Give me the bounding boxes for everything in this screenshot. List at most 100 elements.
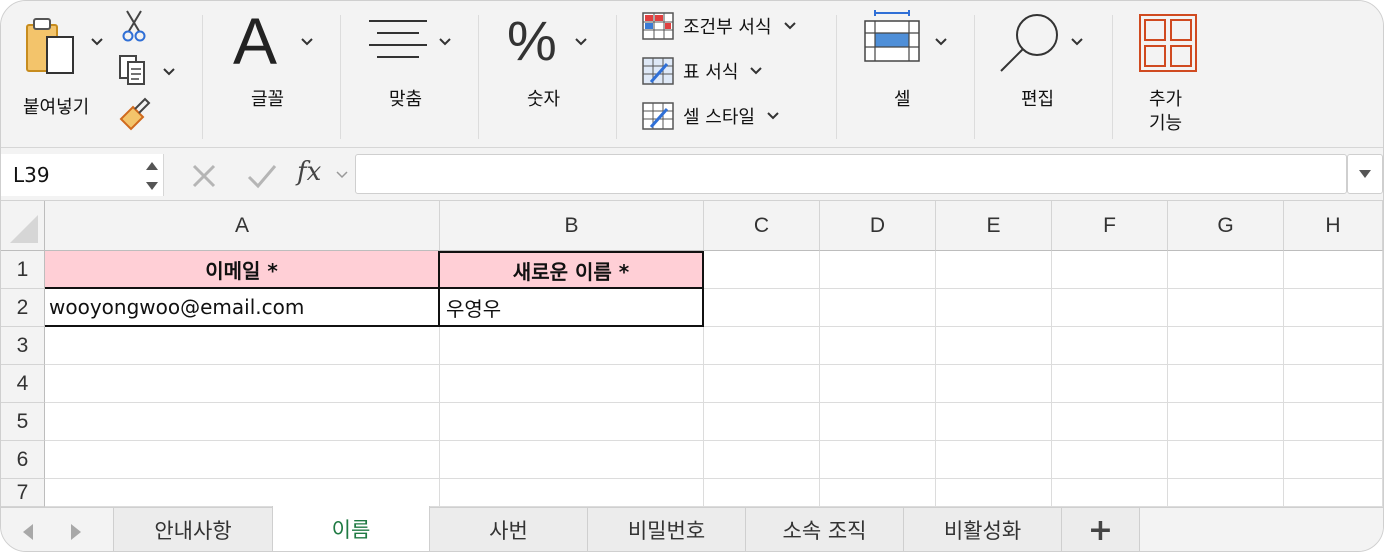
- cell-styles-button[interactable]: 셀 스타일: [641, 101, 781, 131]
- cell-b6[interactable]: [440, 441, 704, 479]
- cut-icon[interactable]: [119, 9, 149, 43]
- cell-h5[interactable]: [1284, 403, 1383, 441]
- cell-a4[interactable]: [45, 365, 440, 403]
- name-box[interactable]: L39: [1, 154, 164, 196]
- cell-f1[interactable]: [1052, 251, 1168, 289]
- confirm-icon[interactable]: [247, 163, 277, 189]
- alignment-group[interactable]: 맞춤: [341, 1, 477, 147]
- column-header-e[interactable]: E: [936, 201, 1052, 251]
- row-header-5[interactable]: 5: [1, 403, 45, 441]
- cell-g2[interactable]: [1168, 289, 1284, 327]
- cell-h4[interactable]: [1284, 365, 1383, 403]
- cancel-icon[interactable]: [191, 163, 217, 189]
- cell-d3[interactable]: [820, 327, 936, 365]
- cell-b1[interactable]: 새로운 이름 *: [440, 251, 704, 289]
- sheet-tab-employee-id[interactable]: 사번: [430, 508, 588, 551]
- formula-input[interactable]: [355, 154, 1347, 194]
- name-box-stepper-icon[interactable]: [144, 156, 160, 196]
- cell-d4[interactable]: [820, 365, 936, 403]
- cell-d1[interactable]: [820, 251, 936, 289]
- font-group[interactable]: A 글꼴: [203, 1, 339, 147]
- cell-e1[interactable]: [936, 251, 1052, 289]
- row-header-4[interactable]: 4: [1, 365, 45, 403]
- copy-icon[interactable]: [117, 53, 151, 87]
- cell-c5[interactable]: [704, 403, 820, 441]
- cells-group[interactable]: 셀: [837, 1, 973, 147]
- column-header-h[interactable]: H: [1284, 201, 1383, 251]
- select-all-corner[interactable]: [1, 201, 45, 251]
- cell-a1[interactable]: 이메일 *: [45, 251, 440, 289]
- cell-d7[interactable]: [820, 479, 936, 507]
- cell-e5[interactable]: [936, 403, 1052, 441]
- cell-c3[interactable]: [704, 327, 820, 365]
- fx-chevron-icon[interactable]: [335, 170, 349, 180]
- cell-g6[interactable]: [1168, 441, 1284, 479]
- addins-group[interactable]: 추가 기능: [1113, 1, 1233, 147]
- row-header-6[interactable]: 6: [1, 441, 45, 479]
- insert-function-button[interactable]: fx: [297, 157, 321, 187]
- sheet-tab-deactivate[interactable]: 비활성화: [904, 508, 1062, 551]
- column-header-d[interactable]: D: [820, 201, 936, 251]
- sheet-tab-organization[interactable]: 소속 조직: [746, 508, 904, 551]
- cell-e3[interactable]: [936, 327, 1052, 365]
- cell-b4[interactable]: [440, 365, 704, 403]
- cell-f7[interactable]: [1052, 479, 1168, 507]
- editing-group[interactable]: 편집: [975, 1, 1111, 147]
- row-header-2[interactable]: 2: [1, 289, 45, 327]
- column-header-c[interactable]: C: [704, 201, 820, 251]
- cell-c1[interactable]: [704, 251, 820, 289]
- format-painter-icon[interactable]: [117, 97, 151, 131]
- sheet-tab-name[interactable]: 이름: [272, 506, 430, 551]
- cell-a2[interactable]: wooyongwoo@email.com: [45, 289, 440, 327]
- cell-a6[interactable]: [45, 441, 440, 479]
- cell-a5[interactable]: [45, 403, 440, 441]
- scroll-right-icon[interactable]: [65, 522, 85, 542]
- add-sheet-button[interactable]: +: [1062, 508, 1140, 551]
- cell-c2[interactable]: [704, 289, 820, 327]
- cell-b7[interactable]: [440, 479, 704, 507]
- cell-d2[interactable]: [820, 289, 936, 327]
- cell-h3[interactable]: [1284, 327, 1383, 365]
- column-header-a[interactable]: A: [45, 201, 440, 251]
- conditional-formatting-button[interactable]: 조건부 서식: [641, 11, 798, 41]
- cell-b5[interactable]: [440, 403, 704, 441]
- row-header-3[interactable]: 3: [1, 327, 45, 365]
- cell-d6[interactable]: [820, 441, 936, 479]
- scroll-left-icon[interactable]: [19, 522, 39, 542]
- cell-h1[interactable]: [1284, 251, 1383, 289]
- cell-e7[interactable]: [936, 479, 1052, 507]
- cell-g5[interactable]: [1168, 403, 1284, 441]
- cell-g7[interactable]: [1168, 479, 1284, 507]
- number-group[interactable]: % 숫자: [479, 1, 615, 147]
- cell-e4[interactable]: [936, 365, 1052, 403]
- cell-e6[interactable]: [936, 441, 1052, 479]
- cell-f4[interactable]: [1052, 365, 1168, 403]
- cell-e2[interactable]: [936, 289, 1052, 327]
- cell-h2[interactable]: [1284, 289, 1383, 327]
- column-header-g[interactable]: G: [1168, 201, 1284, 251]
- cell-g1[interactable]: [1168, 251, 1284, 289]
- formula-expand-button[interactable]: [1347, 154, 1383, 194]
- sheet-tab-guide[interactable]: 안내사항: [113, 508, 273, 551]
- sheet-tab-password[interactable]: 비밀번호: [588, 508, 746, 551]
- cell-c6[interactable]: [704, 441, 820, 479]
- cell-h6[interactable]: [1284, 441, 1383, 479]
- paste-button[interactable]: 붙여넣기: [15, 11, 105, 118]
- cell-h7[interactable]: [1284, 479, 1383, 507]
- cell-b2[interactable]: 우영우: [440, 289, 704, 327]
- cell-g3[interactable]: [1168, 327, 1284, 365]
- cell-a3[interactable]: [45, 327, 440, 365]
- cell-g4[interactable]: [1168, 365, 1284, 403]
- row-header-1[interactable]: 1: [1, 251, 45, 289]
- sheet-grid[interactable]: A B C D E F G H 1 2 3 4 5 6 7 이메일 * 새로운 …: [1, 201, 1383, 507]
- cell-b3[interactable]: [440, 327, 704, 365]
- cell-f5[interactable]: [1052, 403, 1168, 441]
- cell-d5[interactable]: [820, 403, 936, 441]
- column-header-b[interactable]: B: [440, 201, 704, 251]
- cell-f6[interactable]: [1052, 441, 1168, 479]
- cell-f2[interactable]: [1052, 289, 1168, 327]
- column-header-f[interactable]: F: [1052, 201, 1168, 251]
- row-header-7[interactable]: 7: [1, 479, 45, 507]
- cell-c4[interactable]: [704, 365, 820, 403]
- format-as-table-button[interactable]: 표 서식: [641, 56, 764, 86]
